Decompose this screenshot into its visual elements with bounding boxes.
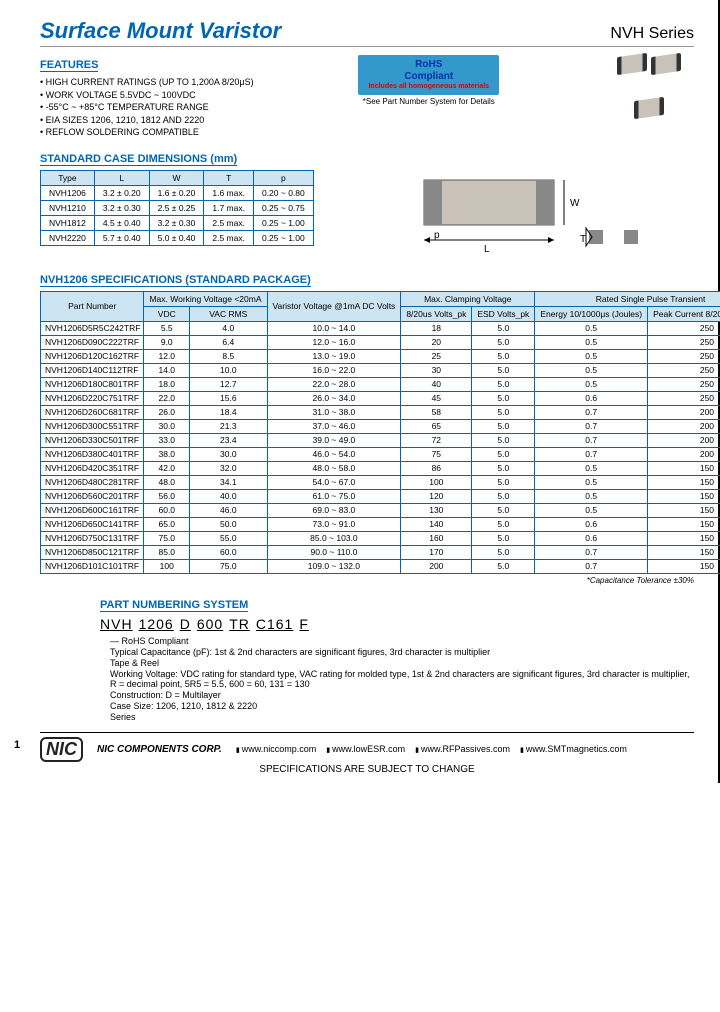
table-row: NVH1206D101C101TRF10075.0109.0 ~ 132.020… <box>41 559 720 573</box>
dimensions-table: TypeLWTp NVH12063.2 ± 0.201.6 ± 0.201.6 … <box>40 170 314 246</box>
rohs-note: *See Part Number System for Details <box>358 97 499 106</box>
dimensions-heading: STANDARD CASE DIMENSIONS (mm) <box>40 153 237 166</box>
features-list: HIGH CURRENT RATINGS (UP TO 1,200A 8/20μ… <box>40 76 254 139</box>
table-row: NVH1206D380C401TRF38.030.046.0 ~ 54.0755… <box>41 447 720 461</box>
footer-note: SPECIFICATIONS ARE SUBJECT TO CHANGE <box>40 764 694 775</box>
table-row: NVH18124.5 ± 0.403.2 ± 0.302.5 max.0.25 … <box>41 215 314 230</box>
table-row: NVH1206D140C112TRF14.010.016.0 ~ 22.0305… <box>41 363 720 377</box>
specs-footnote: *Capacitance Tolerance ±30% <box>40 576 694 585</box>
chip-illustration <box>604 55 694 139</box>
svg-text:W: W <box>570 198 580 209</box>
table-row: NVH1206D120C162TRF12.08.513.0 ~ 19.0255.… <box>41 349 720 363</box>
specs-table: Part Number Max. Working Voltage <20mA V… <box>40 291 720 574</box>
feature-item: WORK VOLTAGE 5.5VDC ~ 100VDC <box>40 89 254 102</box>
table-row: NVH1206D420C351TRF42.032.048.0 ~ 58.0865… <box>41 461 720 475</box>
table-row: NVH1206D300C551TRF30.021.337.0 ~ 46.0655… <box>41 419 720 433</box>
part-numbering-system: PART NUMBERING SYSTEM NVH1206D600TRC161F… <box>100 599 694 722</box>
table-row: NVH1206D750C131TRF75.055.085.0 ~ 103.016… <box>41 531 720 545</box>
svg-text:T: T <box>580 234 586 245</box>
rohs-box: RoHS Compliant Includes all homogeneous … <box>358 55 499 139</box>
table-row: NVH1206D480C281TRF48.034.154.0 ~ 67.0100… <box>41 475 720 489</box>
table-row: NVH1206D850C121TRF85.060.090.0 ~ 110.017… <box>41 545 720 559</box>
table-row: NVH1206D600C161TRF60.046.069.0 ~ 83.0130… <box>41 503 720 517</box>
footer-link: www.niccomp.com <box>236 744 316 754</box>
table-row: NVH1206D330C501TRF33.023.439.0 ~ 49.0725… <box>41 433 720 447</box>
table-row: NVH22205.7 ± 0.405.0 ± 0.402.5 max.0.25 … <box>41 230 314 245</box>
table-row: NVH12103.2 ± 0.302.5 ± 0.251.7 max.0.25 … <box>41 200 314 215</box>
table-row: NVH1206D220C751TRF22.015.626.0 ~ 34.0455… <box>41 391 720 405</box>
feature-item: HIGH CURRENT RATINGS (UP TO 1,200A 8/20μ… <box>40 76 254 89</box>
table-row: NVH1206D180C801TRF18.012.722.0 ~ 28.0405… <box>41 377 720 391</box>
table-row: NVH12063.2 ± 0.201.6 ± 0.201.6 max.0.20 … <box>41 185 314 200</box>
table-row: NVH1206D5R5C242TRF5.54.010.0 ~ 14.0185.0… <box>41 321 720 335</box>
footer-link: www.RFPassives.com <box>415 744 510 754</box>
table-row: NVH1206D560C201TRF56.040.061.0 ~ 75.0120… <box>41 489 720 503</box>
rohs-badge: RoHS Compliant Includes all homogeneous … <box>358 55 499 95</box>
specs-heading: NVH1206 SPECIFICATIONS (STANDARD PACKAGE… <box>40 274 311 287</box>
table-row: NVH1206D260C681TRF26.018.431.0 ~ 38.0585… <box>41 405 720 419</box>
feature-item: REFLOW SOLDERING COMPATIBLE <box>40 126 254 139</box>
table-row: NVH1206D650C141TRF65.050.073.0 ~ 91.0140… <box>41 517 720 531</box>
feature-item: EIA SIZES 1206, 1210, 1812 AND 2220 <box>40 114 254 127</box>
features-heading: FEATURES <box>40 59 98 72</box>
page-number: 1 <box>14 739 20 751</box>
dimension-diagram: W L p T <box>334 170 694 260</box>
series-label: NVH Series <box>610 25 694 43</box>
table-row: NVH1206D090C222TRF9.06.412.0 ~ 16.0205.0… <box>41 335 720 349</box>
svg-text:p: p <box>434 230 440 241</box>
nic-logo: NIC <box>40 737 83 762</box>
footer-link: www.lowESR.com <box>326 744 405 754</box>
footer: NIC NIC COMPONENTS CORP. www.niccomp.com… <box>40 732 694 762</box>
feature-item: -55°C ~ +85°C TEMPERATURE RANGE <box>40 101 254 114</box>
footer-link: www.SMTmagnetics.com <box>520 744 627 754</box>
svg-text:L: L <box>484 244 490 255</box>
page-title: Surface Mount Varistor <box>40 18 281 44</box>
